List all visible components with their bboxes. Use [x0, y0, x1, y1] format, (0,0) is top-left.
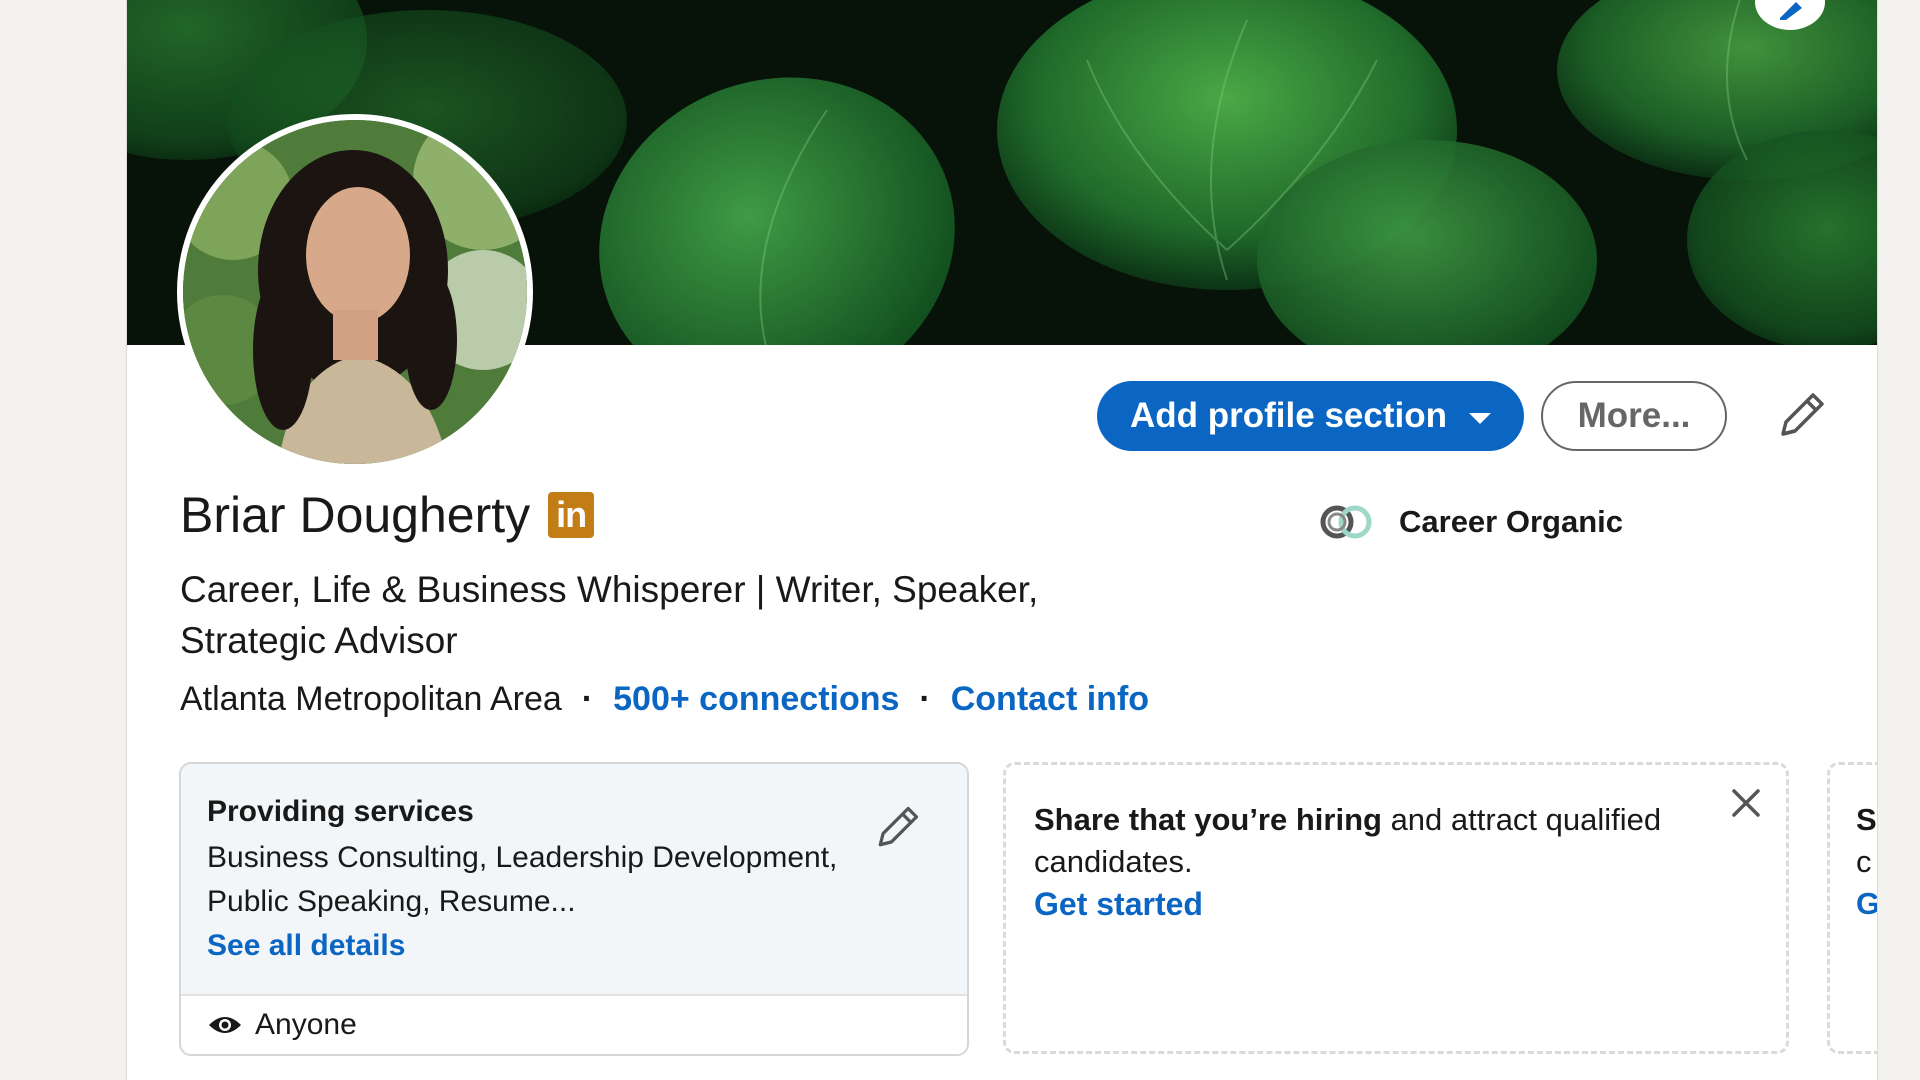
services-body: Providing services Business Consulting, …	[207, 794, 847, 968]
next-prompt-body: c	[1856, 844, 1872, 879]
add-profile-section-label: Add profile section	[1130, 396, 1447, 435]
profile-photo[interactable]	[177, 114, 533, 470]
separator-dot: ·	[581, 680, 594, 718]
close-icon[interactable]	[1728, 785, 1764, 821]
separator-dot: ·	[919, 680, 931, 718]
next-prompt-card[interactable]: S c G	[1827, 762, 1877, 1054]
visibility-footer[interactable]: Anyone	[181, 994, 967, 1054]
linkedin-badge-icon: in	[548, 492, 595, 538]
pencil-icon	[1780, 2, 1802, 20]
profile-card: Add profile section More... Briar Doughe…	[126, 0, 1878, 1080]
add-profile-section-button[interactable]: Add profile section	[1097, 381, 1524, 451]
hiring-prompt-card: Share that you’re hiring and attract qua…	[1003, 762, 1789, 1054]
career-organic-logo	[1320, 505, 1372, 539]
name-row: Briar Dougherty in	[180, 487, 595, 543]
visibility-label: Anyone	[255, 1008, 357, 1041]
pencil-icon[interactable]	[1773, 388, 1829, 444]
current-company[interactable]: Career Organic	[1317, 502, 1623, 542]
next-prompt-text: S c G	[1856, 799, 1877, 925]
next-prompt-title: S	[1856, 802, 1877, 837]
connections-link[interactable]: 500+ connections	[613, 680, 899, 719]
services-title: Providing services	[207, 795, 474, 828]
services-list: Business Consulting, Leadership Developm…	[207, 841, 838, 918]
contact-info-link[interactable]: Contact info	[951, 680, 1149, 719]
profile-headline: Career, Life & Business Whisperer | Writ…	[180, 569, 1039, 661]
profile-meta: Atlanta Metropolitan Area · 500+ connect…	[180, 680, 1149, 719]
next-prompt-link[interactable]: G	[1856, 883, 1877, 925]
location: Atlanta Metropolitan Area	[180, 680, 562, 718]
eye-icon	[209, 1017, 241, 1033]
pencil-icon[interactable]	[871, 802, 923, 854]
hiring-prompt-text: Share that you’re hiring and attract qua…	[1034, 799, 1714, 925]
profile-name: Briar Dougherty	[180, 487, 531, 543]
avatar-image	[183, 120, 527, 464]
get-started-link[interactable]: Get started	[1034, 883, 1714, 925]
more-button[interactable]: More...	[1541, 381, 1727, 451]
hiring-prompt-bold: Share that you’re hiring	[1034, 802, 1382, 837]
see-all-details-link[interactable]: See all details	[207, 924, 847, 968]
providing-services-card: Providing services Business Consulting, …	[179, 762, 969, 1056]
caret-down-icon	[1468, 412, 1491, 424]
company-name: Career Organic	[1399, 504, 1623, 539]
